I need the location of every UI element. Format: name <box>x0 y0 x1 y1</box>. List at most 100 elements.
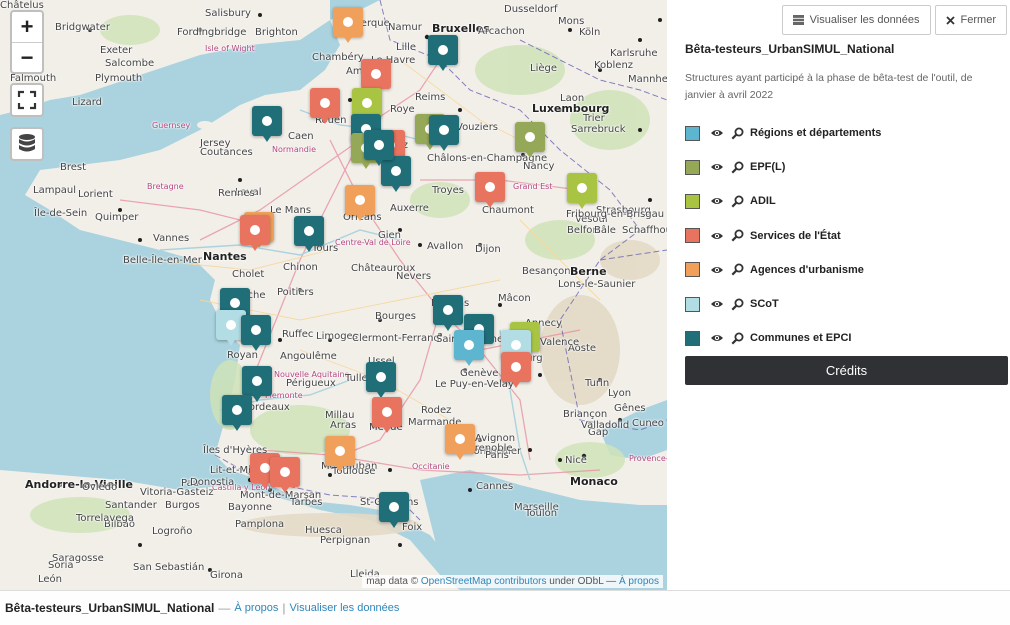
place-label: Fordingbridge <box>177 27 247 38</box>
visualize-data-label: Visualiser les données <box>809 14 920 26</box>
place-label: Chinon <box>283 262 318 273</box>
eye-icon[interactable] <box>710 160 724 174</box>
attribution-about-link[interactable]: À propos <box>619 576 659 587</box>
zoom-to-icon[interactable] <box>730 160 744 174</box>
map-marker[interactable] <box>372 397 402 433</box>
place-label: Dusseldorf <box>504 4 558 15</box>
zoom-to-icon[interactable] <box>730 194 744 208</box>
zoom-out-button[interactable]: − <box>12 42 42 72</box>
map-marker[interactable] <box>475 172 505 208</box>
place-label: Genève <box>460 368 499 379</box>
legend-label: SCoT <box>750 298 779 311</box>
eye-icon[interactable] <box>710 331 724 345</box>
marker-dot-icon <box>511 362 521 372</box>
map-marker[interactable] <box>428 35 458 71</box>
zoom-to-icon[interactable] <box>730 331 744 345</box>
place-label: Salcombe <box>105 58 155 69</box>
footer-about-link[interactable]: À propos <box>234 602 278 614</box>
attribution-license: under ODbL — <box>549 576 617 587</box>
map-marker[interactable] <box>270 457 300 493</box>
zoom-to-icon[interactable] <box>730 126 744 140</box>
marker-dot-icon <box>252 376 262 386</box>
eye-icon[interactable] <box>710 229 724 243</box>
place-label: Roye <box>390 104 415 115</box>
marker-tail <box>249 242 261 251</box>
place-label: Bretagne <box>147 182 184 191</box>
layers-button[interactable] <box>12 129 42 159</box>
map-marker[interactable] <box>433 295 463 331</box>
marker-dot-icon <box>320 98 330 108</box>
marker-dot-icon <box>382 407 392 417</box>
marker-tail <box>390 183 402 192</box>
zoom-to-icon[interactable] <box>730 229 744 243</box>
map-marker[interactable] <box>333 7 363 43</box>
place-label: Nantes <box>203 250 247 263</box>
map-marker[interactable] <box>379 492 409 528</box>
osm-link[interactable]: OpenStreetMap contributors <box>421 576 547 587</box>
map-marker[interactable] <box>567 173 597 209</box>
marker-dot-icon <box>260 463 270 473</box>
layers-control <box>10 127 44 161</box>
place-label: Nevers <box>396 271 432 282</box>
map-marker[interactable] <box>252 106 282 142</box>
footer-visualize-link[interactable]: Visualiser les données <box>290 602 400 614</box>
footer-dash: — <box>218 601 231 615</box>
place-label: Toulon <box>525 508 558 519</box>
marker-dot-icon <box>251 325 261 335</box>
zoom-to-icon[interactable] <box>730 297 744 311</box>
legend-label: Communes et EPCI <box>750 332 852 345</box>
map-marker[interactable] <box>240 215 270 251</box>
place-label: Poitiers <box>277 287 314 298</box>
zoom-in-button[interactable]: + <box>12 12 42 42</box>
place-label: Vitoria-Gasteiz <box>140 487 214 498</box>
place-label: Coutances <box>200 147 253 158</box>
map-marker[interactable] <box>345 185 375 221</box>
map-marker[interactable] <box>501 352 531 388</box>
place-label: Tulle <box>345 373 368 384</box>
visualize-data-button[interactable]: Visualiser les données <box>781 5 931 35</box>
map-marker[interactable] <box>222 395 252 431</box>
place-label: Nancy <box>523 161 555 172</box>
map-marker[interactable] <box>445 424 475 460</box>
credits-button[interactable]: Crédits <box>685 356 1008 385</box>
eye-icon[interactable] <box>710 263 724 277</box>
eye-icon[interactable] <box>710 194 724 208</box>
marker-tail <box>381 424 393 433</box>
marker-tail <box>437 62 449 71</box>
close-icon <box>945 15 955 25</box>
place-label: Arcachon <box>478 26 525 37</box>
place-label: Burgos <box>165 500 200 511</box>
place-label: Perpignan <box>320 535 371 546</box>
eye-icon[interactable] <box>710 297 724 311</box>
map-marker[interactable] <box>294 216 324 252</box>
place-label: Trier <box>583 113 605 124</box>
close-button[interactable]: Fermer <box>934 5 1007 35</box>
marker-tail <box>261 133 273 142</box>
map-marker[interactable] <box>364 130 394 166</box>
map-marker[interactable] <box>310 88 340 124</box>
attribution-prefix: map data © <box>366 576 419 587</box>
place-label: Bourges <box>375 311 416 322</box>
map-marker[interactable] <box>454 330 484 366</box>
place-label: Logroño <box>152 526 193 537</box>
marker-dot-icon <box>280 467 290 477</box>
legend-swatch <box>685 262 700 278</box>
side-panel: Visualiser les données Fermer Bêta-teste… <box>667 0 1010 590</box>
eye-icon[interactable] <box>710 126 724 140</box>
fullscreen-button[interactable] <box>12 85 42 115</box>
place-label: Lille <box>396 42 417 53</box>
map-marker[interactable] <box>429 115 459 151</box>
marker-dot-icon <box>391 166 401 176</box>
map-marker[interactable] <box>515 122 545 158</box>
zoom-control: + − <box>10 10 44 74</box>
legend-swatch <box>685 193 700 209</box>
place-label: Cannes <box>476 481 514 492</box>
map-marker[interactable] <box>366 362 396 398</box>
map-marker[interactable] <box>325 436 355 472</box>
place-label: Bâle <box>594 225 616 236</box>
legend-label: ADIL <box>750 195 776 208</box>
map-marker[interactable] <box>241 315 271 351</box>
zoom-to-icon[interactable] <box>730 263 744 277</box>
legend: Régions et départements EPF(L) ADIL Service… <box>685 116 1005 355</box>
place-label: Le Mans <box>270 205 312 216</box>
